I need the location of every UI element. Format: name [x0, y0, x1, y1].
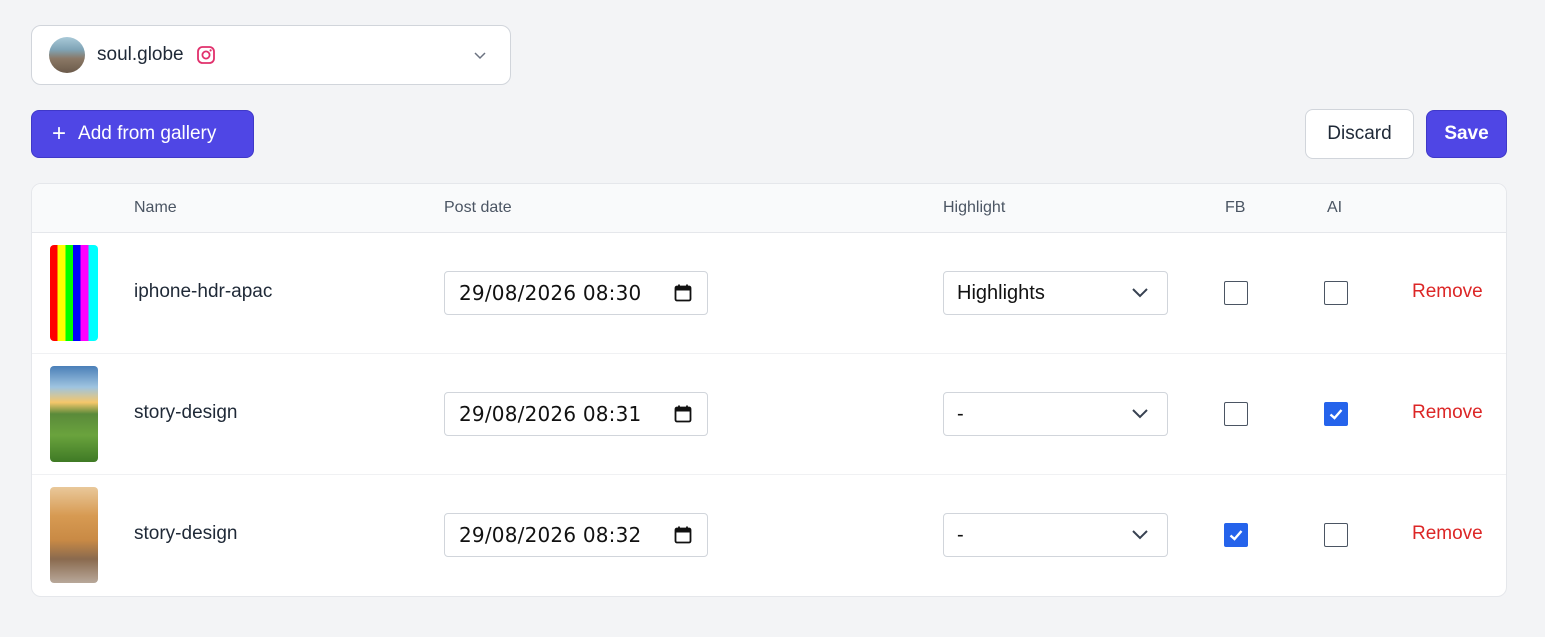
- highlight-select[interactable]: -: [943, 392, 1168, 436]
- highlight-select[interactable]: -: [943, 513, 1168, 557]
- checkmark-icon: [1329, 409, 1343, 420]
- table-row: iphone-hdr-apac 29/08/2026 08:30 Highlig…: [32, 233, 1506, 354]
- fb-checkbox[interactable]: [1224, 281, 1248, 305]
- table-row: story-design 29/08/2026 08:31 - Remove: [32, 354, 1506, 475]
- table-header: Name Post date Highlight FB AI: [32, 184, 1506, 233]
- fb-checkbox[interactable]: [1224, 402, 1248, 426]
- stories-table: Name Post date Highlight FB AI iphone-hd…: [31, 183, 1507, 597]
- discard-button[interactable]: Discard: [1305, 109, 1414, 159]
- ai-checkbox[interactable]: [1324, 281, 1348, 305]
- chevron-down-icon: [1132, 288, 1148, 298]
- instagram-icon: [196, 45, 216, 65]
- post-date-input[interactable]: 29/08/2026 08:32: [444, 513, 708, 557]
- story-name: story-design: [134, 523, 238, 544]
- ai-checkbox[interactable]: [1324, 523, 1348, 547]
- chevron-down-icon: [472, 47, 488, 63]
- ai-checkbox[interactable]: [1324, 402, 1348, 426]
- header-post-date: Post date: [444, 199, 512, 216]
- add-from-gallery-label: Add from gallery: [78, 123, 217, 144]
- calendar-icon[interactable]: [673, 525, 693, 545]
- story-thumbnail: [50, 245, 98, 341]
- header-name: Name: [134, 199, 177, 216]
- header-highlight: Highlight: [943, 199, 1006, 216]
- remove-link[interactable]: Remove: [1412, 523, 1483, 545]
- highlight-value: -: [957, 523, 964, 546]
- highlight-value: -: [957, 402, 964, 425]
- account-name: soul.globe: [97, 44, 184, 65]
- save-button[interactable]: Save: [1426, 110, 1507, 158]
- post-date-input[interactable]: 29/08/2026 08:30: [444, 271, 708, 315]
- remove-link[interactable]: Remove: [1412, 402, 1483, 424]
- post-date-input[interactable]: 29/08/2026 08:31: [444, 392, 708, 436]
- account-select[interactable]: soul.globe: [31, 25, 511, 85]
- chevron-down-icon: [1132, 530, 1148, 540]
- highlight-value: Highlights: [957, 281, 1045, 304]
- account-avatar: [49, 37, 85, 73]
- fb-checkbox[interactable]: [1224, 523, 1248, 547]
- checkmark-icon: [1229, 530, 1243, 541]
- chevron-down-icon: [1132, 409, 1148, 419]
- post-date-value: 29/08/2026 08:32: [459, 523, 642, 547]
- post-date-value: 29/08/2026 08:30: [459, 281, 642, 305]
- header-ai: AI: [1327, 199, 1343, 216]
- table-row: story-design 29/08/2026 08:32 - Remove: [32, 475, 1506, 596]
- calendar-icon[interactable]: [673, 404, 693, 424]
- story-name: story-design: [134, 402, 238, 423]
- remove-link[interactable]: Remove: [1412, 281, 1483, 303]
- story-thumbnail: [50, 487, 98, 583]
- highlight-select[interactable]: Highlights: [943, 271, 1168, 315]
- plus-icon: +: [52, 120, 67, 147]
- story-name: iphone-hdr-apac: [134, 281, 273, 302]
- post-date-value: 29/08/2026 08:31: [459, 402, 642, 426]
- story-thumbnail: [50, 366, 98, 462]
- add-from-gallery-button[interactable]: + Add from gallery: [31, 110, 254, 158]
- calendar-icon[interactable]: [673, 283, 693, 303]
- header-fb: FB: [1225, 199, 1246, 216]
